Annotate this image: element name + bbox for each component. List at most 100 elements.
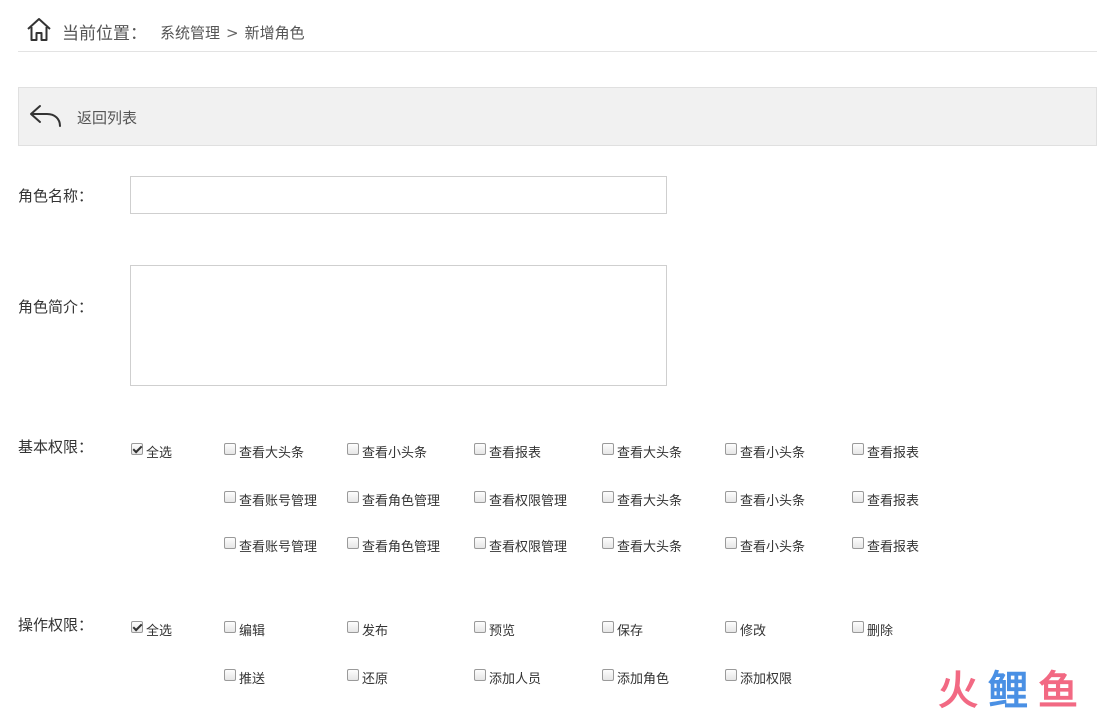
basic-permission-checkbox[interactable]: 查看小头条 (347, 442, 427, 461)
checkbox-label: 保存 (617, 624, 644, 639)
ops-permission-checkbox[interactable]: 保存 (602, 620, 643, 639)
home-icon[interactable] (26, 16, 52, 42)
breadcrumb-path: 系统管理 > 新增角色 (160, 22, 305, 43)
svg-text:火: 火 (938, 668, 978, 712)
operation-permissions-label: 操作权限： (18, 616, 94, 634)
ops-permission-checkbox[interactable]: 添加权限 (725, 668, 792, 687)
back-to-list-link[interactable]: 返回列表 (77, 107, 137, 128)
ops-permission-checkbox[interactable]: 添加人员 (474, 668, 541, 687)
checkbox-box[interactable] (602, 620, 614, 633)
checkbox-label: 查看账号管理 (239, 494, 318, 509)
checkbox-box[interactable] (347, 620, 359, 633)
checkbox-label: 删除 (867, 624, 894, 639)
checkbox-box[interactable] (602, 668, 614, 681)
basic-permission-checkbox[interactable]: 查看小头条 (725, 490, 805, 509)
ops-permission-checkbox[interactable]: 发布 (347, 620, 388, 639)
basic-permission-checkbox[interactable]: 查看权限管理 (474, 536, 567, 555)
reply-arrow-icon[interactable] (29, 102, 63, 128)
checkbox-box[interactable] (131, 620, 143, 633)
checkbox-box[interactable] (224, 620, 236, 633)
basic-permission-checkbox[interactable]: 查看权限管理 (474, 490, 567, 509)
checkbox-box[interactable] (725, 536, 737, 549)
checkbox-label: 修改 (740, 624, 767, 639)
basic-permission-checkbox[interactable]: 查看大头条 (602, 442, 682, 461)
basic-permission-checkbox[interactable]: 查看报表 (852, 442, 919, 461)
role-desc-textarea[interactable] (130, 265, 667, 386)
checkbox-box[interactable] (347, 668, 359, 681)
role-desc-label: 角色简介： (18, 298, 94, 316)
basic-permission-checkbox[interactable]: 查看账号管理 (224, 490, 317, 509)
basic-select-all-checkbox[interactable]: 全选 (131, 442, 172, 461)
checkbox-label: 查看大头条 (617, 540, 683, 555)
checkbox-label: 预览 (489, 624, 516, 639)
svg-text:鲤: 鲤 (988, 668, 1028, 712)
basic-permission-checkbox[interactable]: 查看大头条 (602, 490, 682, 509)
ops-select-all-checkbox[interactable]: 全选 (131, 620, 172, 639)
checkbox-box[interactable] (347, 442, 359, 455)
breadcrumb: 当前位置： 系统管理 > 新增角色 (18, 0, 1097, 52)
checkbox-box[interactable] (725, 620, 737, 633)
ops-permission-checkbox[interactable]: 删除 (852, 620, 893, 639)
checkbox-box[interactable] (474, 620, 486, 633)
checkbox-box[interactable] (852, 442, 864, 455)
basic-permission-checkbox[interactable]: 查看报表 (852, 536, 919, 555)
ops-permission-checkbox[interactable]: 预览 (474, 620, 515, 639)
checkbox-label: 查看小头条 (740, 540, 806, 555)
checkbox-box[interactable] (852, 490, 864, 503)
checkbox-label: 全选 (146, 624, 173, 639)
basic-permission-checkbox[interactable]: 查看角色管理 (347, 490, 440, 509)
checkbox-box[interactable] (725, 442, 737, 455)
svg-text:鱼: 鱼 (1038, 668, 1078, 712)
checkbox-box[interactable] (347, 536, 359, 549)
checkbox-box[interactable] (224, 536, 236, 549)
checkbox-label: 查看角色管理 (362, 540, 441, 555)
checkbox-box[interactable] (474, 442, 486, 455)
checkbox-box[interactable] (224, 442, 236, 455)
basic-permission-checkbox[interactable]: 查看大头条 (602, 536, 682, 555)
basic-permission-checkbox[interactable]: 查看大头条 (224, 442, 304, 461)
checkbox-label: 查看权限管理 (489, 540, 568, 555)
checkbox-box[interactable] (602, 442, 614, 455)
basic-permission-checkbox[interactable]: 查看角色管理 (347, 536, 440, 555)
ops-permission-checkbox[interactable]: 修改 (725, 620, 766, 639)
role-name-label: 角色名称： (18, 187, 94, 205)
checkbox-label: 添加权限 (740, 672, 793, 687)
checkbox-box[interactable] (725, 490, 737, 503)
checkbox-label: 查看报表 (489, 446, 542, 461)
ops-permission-checkbox[interactable]: 还原 (347, 668, 388, 687)
basic-permission-checkbox[interactable]: 查看报表 (474, 442, 541, 461)
basic-permission-checkbox[interactable]: 查看账号管理 (224, 536, 317, 555)
checkbox-label: 添加人员 (489, 672, 542, 687)
checkbox-box[interactable] (852, 620, 864, 633)
checkbox-box[interactable] (474, 536, 486, 549)
checkbox-box[interactable] (602, 490, 614, 503)
checkbox-label: 查看小头条 (362, 446, 428, 461)
checkbox-box[interactable] (224, 490, 236, 503)
checkbox-box[interactable] (224, 668, 236, 681)
ops-permission-checkbox[interactable]: 添加角色 (602, 668, 669, 687)
breadcrumb-label: 当前位置： (62, 24, 147, 44)
basic-permissions-label: 基本权限： (18, 438, 94, 456)
checkbox-box[interactable] (131, 442, 143, 455)
checkbox-label: 查看报表 (867, 446, 920, 461)
checkbox-label: 查看大头条 (617, 446, 683, 461)
breadcrumb-separator: > (226, 24, 239, 42)
basic-permission-checkbox[interactable]: 查看小头条 (725, 442, 805, 461)
checkbox-box[interactable] (347, 490, 359, 503)
checkbox-box[interactable] (474, 490, 486, 503)
ops-permission-checkbox[interactable]: 推送 (224, 668, 265, 687)
checkbox-label: 查看报表 (867, 494, 920, 509)
checkbox-box[interactable] (474, 668, 486, 681)
checkbox-label: 添加角色 (617, 672, 670, 687)
role-name-input[interactable] (130, 176, 667, 214)
checkbox-label: 查看账号管理 (239, 540, 318, 555)
breadcrumb-item-system[interactable]: 系统管理 (160, 24, 220, 42)
checkbox-box[interactable] (725, 668, 737, 681)
checkbox-box[interactable] (602, 536, 614, 549)
basic-permission-checkbox[interactable]: 查看报表 (852, 490, 919, 509)
basic-permission-checkbox[interactable]: 查看小头条 (725, 536, 805, 555)
checkbox-label: 查看小头条 (740, 446, 806, 461)
checkbox-label: 查看大头条 (617, 494, 683, 509)
checkbox-box[interactable] (852, 536, 864, 549)
ops-permission-checkbox[interactable]: 编辑 (224, 620, 265, 639)
